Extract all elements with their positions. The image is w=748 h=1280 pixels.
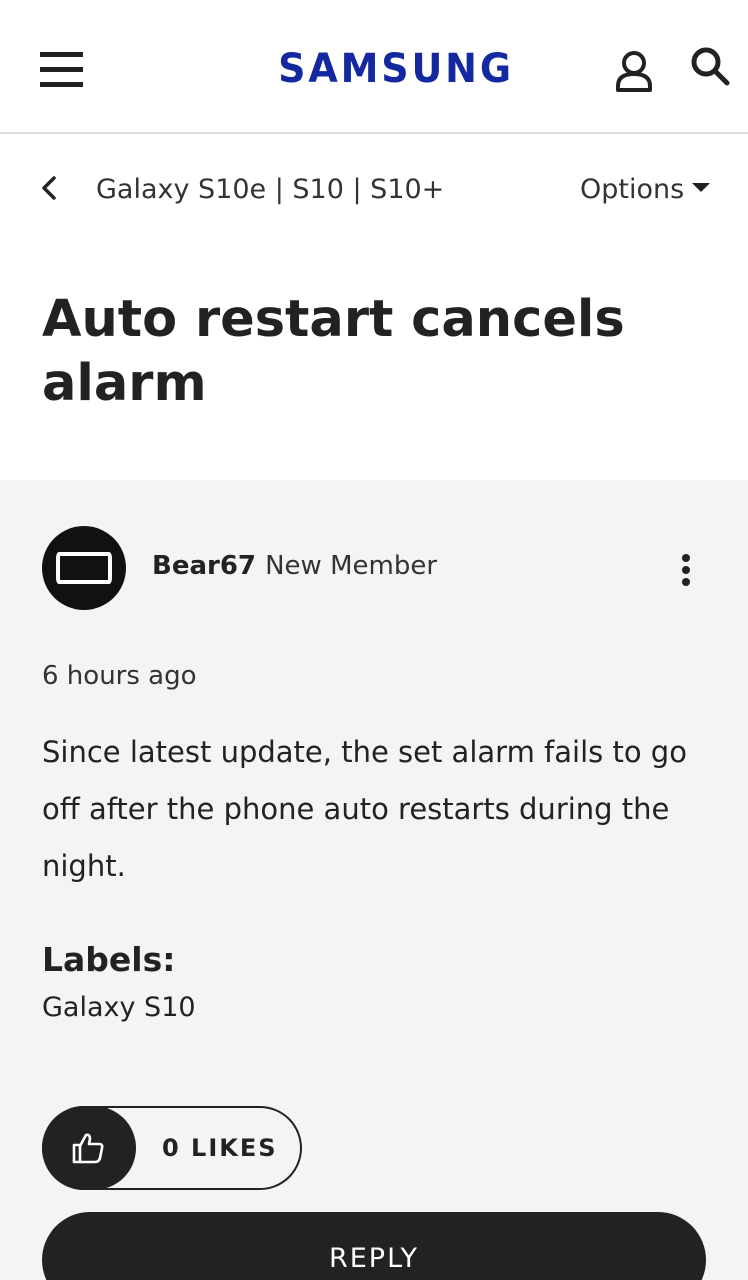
avatar-frame-icon: [56, 552, 112, 584]
likes-widget: 0 LIKES: [42, 1106, 302, 1190]
caret-down-icon: [692, 183, 711, 192]
author-rank: New Member: [265, 551, 438, 581]
thumbs-up-icon: [72, 1133, 104, 1164]
thread-title: Auto restart cancels alarm: [42, 290, 625, 413]
options-label: Options: [580, 174, 685, 205]
like-button[interactable]: [42, 1106, 136, 1190]
breadcrumb: Galaxy S10e | S10 | S10+ Options: [0, 134, 748, 246]
user-icon[interactable]: [612, 48, 656, 92]
likes-count: 0 LIKES: [162, 1134, 278, 1162]
reply-button[interactable]: REPLY: [42, 1212, 706, 1280]
avatar[interactable]: [42, 526, 126, 610]
post-timestamp: 6 hours ago: [42, 661, 197, 691]
more-options-icon[interactable]: [672, 552, 700, 592]
hamburger-menu-icon[interactable]: [40, 52, 84, 88]
samsung-logo[interactable]: SAMSUNG: [274, 46, 517, 92]
post-body: Since latest update, the set alarm fails…: [42, 735, 687, 883]
chevron-left-icon[interactable]: [36, 172, 64, 204]
post-card: Bear67 New Member 6 hours ago Since late…: [0, 480, 748, 1280]
labels-heading: Labels:: [42, 940, 176, 979]
page: SAMSUNG Galaxy S10e | S10 | S10+ Options…: [0, 0, 748, 1280]
author-line: Bear67 New Member: [152, 546, 437, 589]
breadcrumb-category-link[interactable]: Galaxy S10e | S10 | S10+: [96, 170, 444, 210]
label-link[interactable]: Galaxy S10: [42, 988, 196, 1028]
top-header: SAMSUNG: [0, 0, 748, 134]
options-dropdown[interactable]: Options: [580, 170, 711, 210]
author-name[interactable]: Bear67: [152, 551, 256, 581]
search-icon[interactable]: [688, 44, 732, 88]
